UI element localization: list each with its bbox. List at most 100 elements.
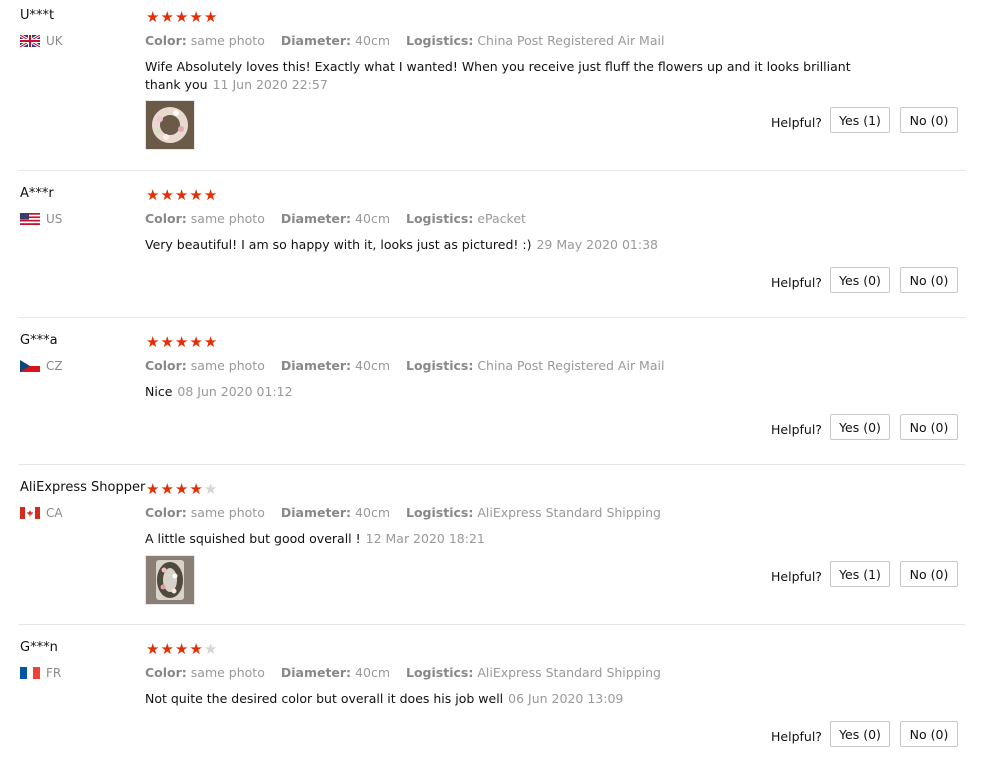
diameter-value: 40cm [355,505,391,520]
reviewer-country: FR [20,666,61,680]
diameter-label: Diameter: [280,33,352,48]
logistics-label: Logistics: [406,665,474,680]
divider [18,464,965,465]
helpful-yes-button[interactable]: Yes (0) [830,721,890,747]
color-value: same photo [190,358,265,373]
star-icon: ★ [189,186,203,204]
reviewer-name: A***r [20,186,54,201]
star-icon: ★ [174,480,189,498]
helpful-yes-button[interactable]: Yes (1) [830,561,890,587]
star-icon: ★ [146,8,160,26]
review-date: 11 Jun 2020 22:57 [212,77,328,92]
divider [18,317,965,318]
color-label: Color: [145,33,187,48]
helpful-yes-button[interactable]: Yes (1) [830,107,890,133]
review-text: A little squished but good overall ! 12 M… [145,530,865,548]
review-item: AliExpress Shopper CA ★ ★ ★ ★ ★ Color: same … [0,480,965,624]
logistics-value: AliExpress Standard Shipping [477,505,661,520]
review-item: U***t UK ★ ★ ★ ★ ★ Color: same photo Diamete… [0,8,965,170]
diameter-label: Diameter: [280,665,352,680]
star-icon: ★ [189,8,203,26]
review-attributes: Color: same photo Diameter: 40cm Logisti… [145,665,673,680]
review-text: Wife Absolutely loves this! Exactly what… [145,58,865,94]
flag-uk-icon [20,35,40,47]
review-attributes: Color: same photo Diameter: 40cm Logisti… [145,505,673,520]
helpful-no-button[interactable]: No (0) [900,107,958,133]
rating-stars: ★ ★ ★ ★ ★ [146,482,217,497]
color-value: same photo [190,33,265,48]
helpful-yes-button[interactable]: Yes (0) [830,414,890,440]
color-label: Color: [145,211,187,226]
helpful-label: Helpful? [771,115,822,130]
star-icon: ★ [189,333,203,351]
color-label: Color: [145,665,187,680]
flag-cz-icon [20,360,40,372]
logistics-value: AliExpress Standard Shipping [477,665,661,680]
diameter-label: Diameter: [280,211,352,226]
review-date: 12 Mar 2020 18:21 [365,531,485,546]
helpful-no-button[interactable]: No (0) [900,721,958,747]
star-icon: ★ [189,480,203,498]
color-value: same photo [190,211,265,226]
wreath-photo [146,556,194,604]
review-photo-thumbnail[interactable] [145,555,195,605]
review-item: G***a CZ ★ ★ ★ ★ ★ Color: same photo Diamete… [0,333,965,464]
helpful-no-button[interactable]: No (0) [900,267,958,293]
logistics-label: Logistics: [406,505,474,520]
color-value: same photo [190,505,265,520]
diameter-value: 40cm [355,33,391,48]
country-code: UK [46,34,63,48]
diameter-label: Diameter: [280,505,352,520]
star-icon: ★ [203,640,218,658]
helpful-no-button[interactable]: No (0) [900,561,958,587]
review-date: 29 May 2020 01:38 [536,237,658,252]
review-body: Nice [145,384,173,399]
helpful-yes-button[interactable]: Yes (0) [830,267,890,293]
review-date: 06 Jun 2020 13:09 [508,691,624,706]
star-icon: ★ [160,480,174,498]
reviewer-name: G***n [20,640,58,655]
star-icon: ★ [174,186,189,204]
helpful-label: Helpful? [771,729,822,744]
review-date: 08 Jun 2020 01:12 [177,384,293,399]
reviewer-name: AliExpress Shopper [20,480,146,495]
rating-stars: ★ ★ ★ ★ ★ [146,188,217,203]
reviewer-country: UK [20,34,63,48]
color-label: Color: [145,358,187,373]
country-code: US [46,212,63,226]
star-icon: ★ [203,480,218,498]
country-code: CA [46,506,63,520]
reviewer-name: G***a [20,333,58,348]
rating-stars: ★ ★ ★ ★ ★ [146,335,217,350]
rating-stars: ★ ★ ★ ★ ★ [146,642,217,657]
diameter-value: 40cm [355,211,391,226]
diameter-value: 40cm [355,358,391,373]
divider [18,170,965,171]
color-value: same photo [190,665,265,680]
review-photo-thumbnail[interactable] [145,100,195,150]
star-icon: ★ [146,640,160,658]
review-attributes: Color: same photo Diameter: 40cm Logisti… [145,358,676,373]
helpful-no-button[interactable]: No (0) [900,414,958,440]
star-icon: ★ [160,333,174,351]
wreath-photo [146,101,194,149]
helpful-label: Helpful? [771,275,822,290]
flag-fr-icon [20,667,40,679]
star-icon: ★ [174,640,189,658]
review-text: Very beautiful! I am so happy with it, l… [145,236,865,254]
star-icon: ★ [203,333,218,351]
star-icon: ★ [174,8,189,26]
review-body: Not quite the desired color but overall … [145,691,504,706]
diameter-label: Diameter: [280,358,352,373]
review-text: Nice 08 Jun 2020 01:12 [145,383,865,401]
review-body: Very beautiful! I am so happy with it, l… [145,237,532,252]
country-code: CZ [46,359,63,373]
logistics-value: ePacket [477,211,526,226]
star-icon: ★ [146,333,160,351]
helpful-label: Helpful? [771,569,822,584]
review-item: A***r US ★ ★ ★ ★ ★ Color: same photo Diamete… [0,186,965,317]
logistics-label: Logistics: [406,358,474,373]
review-item: G***n FR ★ ★ ★ ★ ★ Color: same photo Diamete… [0,640,965,771]
country-code: FR [46,666,62,680]
review-text: Not quite the desired color but overall … [145,690,865,708]
